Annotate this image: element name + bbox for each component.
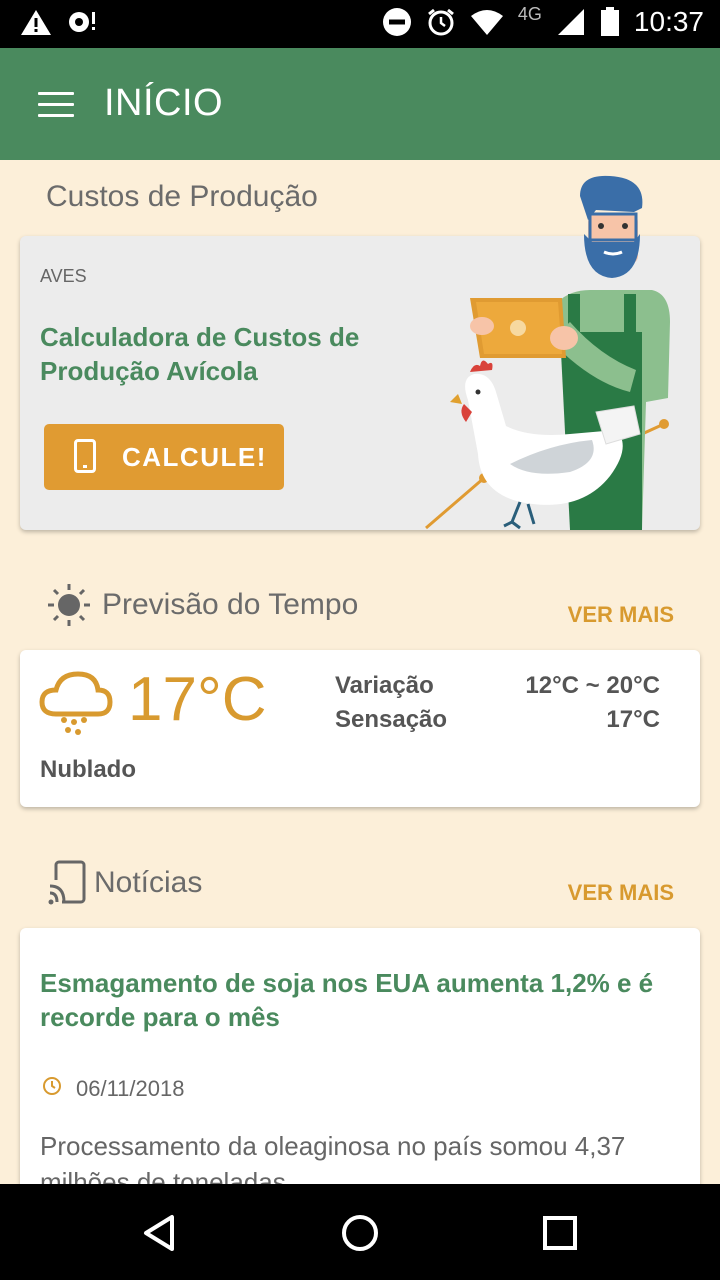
feels-like-value: 17°C [606,706,660,733]
weather-condition: Nublado [40,756,136,783]
calculate-button-label: CALCULE! [122,442,267,472]
home-icon[interactable] [335,1208,385,1258]
menu-icon[interactable] [38,92,74,118]
battery-icon [600,7,619,36]
farmer-chicken-illustration [425,175,670,530]
news-section-title: Notícias [94,866,203,899]
feels-like-label: Sensação [335,706,448,733]
category-label: AVES [40,266,87,286]
wifi-icon [470,10,503,35]
current-temperature: 17°C [128,665,267,734]
status-bar: 4G 10:37 [0,0,720,48]
variation-value: 12°C ~ 20°C [525,672,660,699]
cast-icon [48,860,86,906]
navigation-bar [0,1184,720,1280]
news-see-more-link[interactable]: VER MAIS [568,880,674,906]
network-type: 4G [517,3,542,24]
app-bar: INÍCIO [0,48,720,160]
clock-icon [43,1077,61,1095]
clock: 10:37 [633,6,704,37]
smartphone-icon [74,439,96,473]
weather-section-title: Previsão do Tempo [102,588,359,621]
variation-label: Variação [335,672,434,699]
news-title[interactable]: Esmagamento de soja nos EUA aumenta 1,2%… [40,966,680,1034]
calculator-title[interactable]: Calculadora de Custos de Produção Avícol… [40,320,400,388]
do-not-disturb-icon [382,8,411,36]
page-title: INÍCIO [104,82,224,124]
news-date: 06/11/2018 [76,1076,185,1101]
back-icon[interactable] [134,1208,184,1258]
costs-section-title: Custos de Produção [46,180,318,213]
sun-icon [48,584,90,626]
recents-icon[interactable] [535,1208,585,1258]
warning-icon [21,10,51,35]
alarm-icon [427,8,454,36]
weather-card[interactable]: 17°C Nublado Variação 12°C ~ 20°C Sensaç… [20,650,700,807]
weather-see-more-link[interactable]: VER MAIS [568,602,674,628]
sync-icon [69,12,95,32]
signal-icon [557,9,584,35]
cloud-rain-icon [39,671,113,735]
calculate-button[interactable]: CALCULE! [44,424,284,490]
